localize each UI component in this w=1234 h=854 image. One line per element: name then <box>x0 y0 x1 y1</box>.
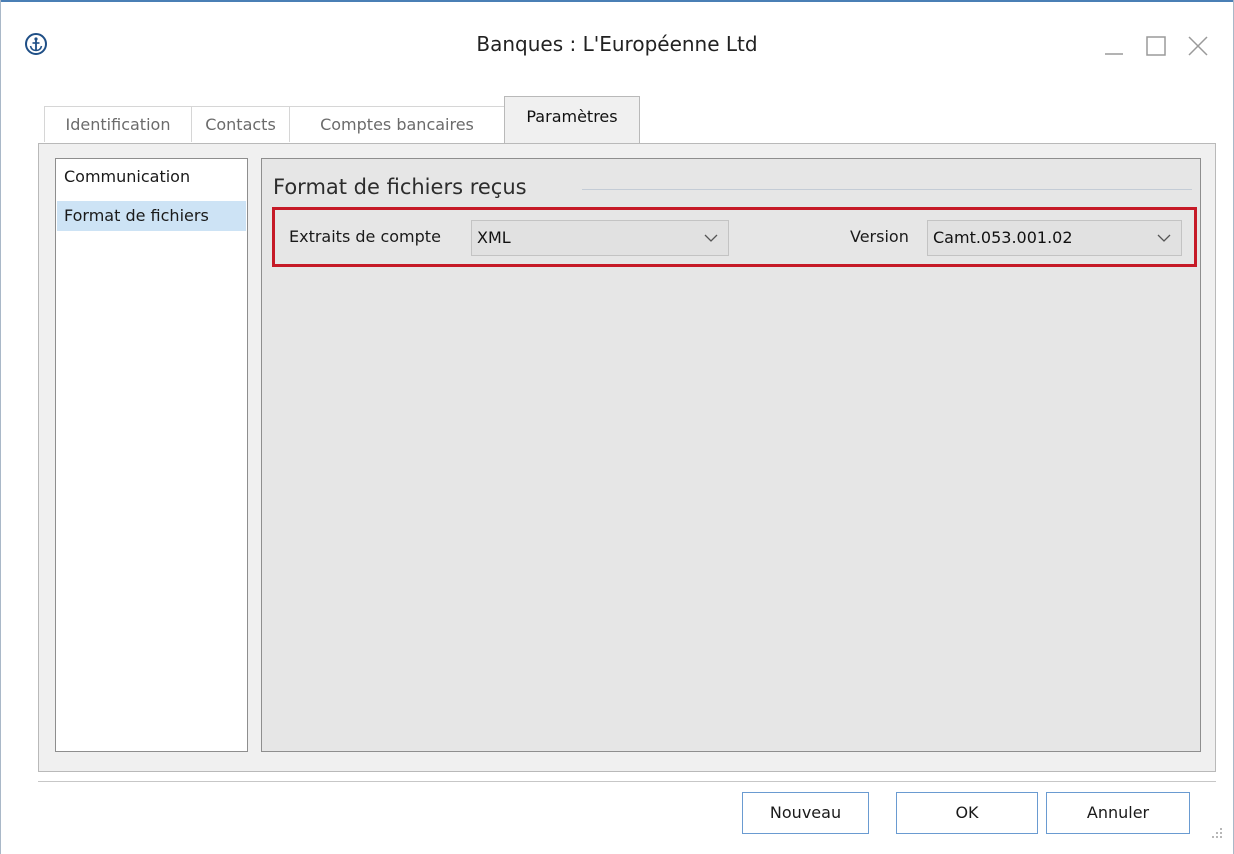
tab-panel: Communication Format de fichiers Format … <box>38 143 1216 772</box>
window-left-border <box>0 0 1 854</box>
extraits-label: Extraits de compte <box>289 227 441 246</box>
ok-button[interactable]: OK <box>896 792 1038 834</box>
version-select-value: Camt.053.001.02 <box>933 228 1073 247</box>
maximize-icon[interactable] <box>1144 34 1168 58</box>
group-title: Format de fichiers reçus <box>273 175 537 199</box>
chevron-down-icon <box>704 234 718 242</box>
nav-item-communication[interactable]: Communication <box>57 162 246 192</box>
dialog-window: Banques : L'Européenne Ltd Identificatio… <box>0 0 1234 854</box>
nouveau-button[interactable]: Nouveau <box>742 792 869 834</box>
settings-content: Format de fichiers reçus Extraits de com… <box>261 158 1201 752</box>
tab-strip: Identification Contacts Comptes bancaire… <box>38 96 1216 144</box>
tab-contacts[interactable]: Contacts <box>191 106 290 142</box>
annuler-button[interactable]: Annuler <box>1046 792 1190 834</box>
resize-grip-icon[interactable] <box>1208 824 1224 840</box>
minimize-icon[interactable] <box>1102 34 1126 58</box>
nav-item-format-de-fichiers[interactable]: Format de fichiers <box>57 201 246 231</box>
tab-parametres[interactable]: Paramètres <box>504 96 640 144</box>
extraits-select[interactable]: XML <box>471 220 729 256</box>
footer-divider <box>38 781 1216 782</box>
settings-nav-list: Communication Format de fichiers <box>55 158 248 752</box>
window-top-border <box>0 0 1234 2</box>
close-icon[interactable] <box>1186 34 1210 58</box>
chevron-down-icon <box>1157 234 1171 242</box>
version-label: Version <box>850 227 909 246</box>
tab-identification[interactable]: Identification <box>44 106 192 142</box>
version-select[interactable]: Camt.053.001.02 <box>927 220 1182 256</box>
tab-comptes-bancaires[interactable]: Comptes bancaires <box>289 106 505 142</box>
extraits-select-value: XML <box>477 228 511 247</box>
group-divider <box>582 189 1192 190</box>
window-title: Banques : L'Européenne Ltd <box>476 32 758 56</box>
